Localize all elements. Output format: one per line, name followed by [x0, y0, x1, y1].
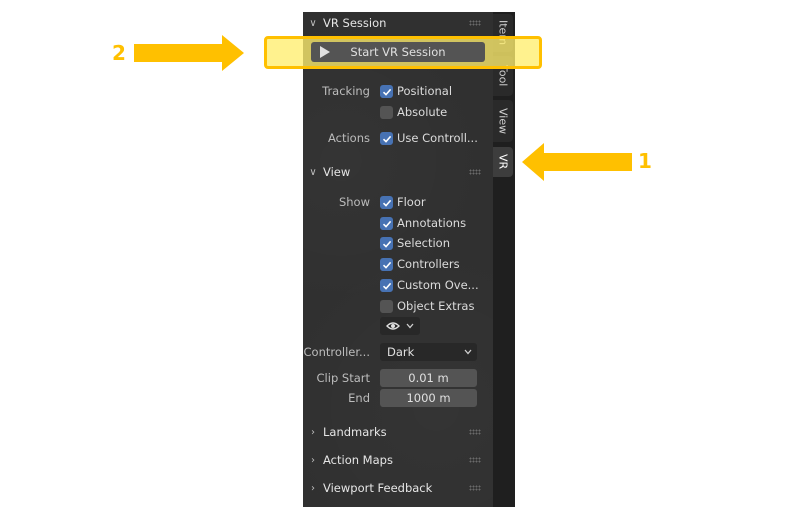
view-header[interactable]: ∨ View: [303, 161, 493, 183]
action-maps-title: Action Maps: [323, 453, 393, 467]
clip-start-label: Clip Start: [316, 371, 370, 385]
controller-style-label: Controller...: [303, 345, 370, 359]
clip-start-value: 0.01 m: [408, 371, 449, 385]
check-icon: [382, 88, 391, 96]
drag-handle-icon[interactable]: [469, 169, 481, 175]
show-custom-overlays-row: Custom Ove...: [303, 275, 493, 295]
landmarks-header[interactable]: › Landmarks: [303, 421, 493, 443]
play-icon: [320, 46, 330, 58]
controller-style-row: Controller... Dark: [303, 342, 493, 362]
actions-row: Actions Use Controll...: [303, 128, 493, 148]
tracking-label: Tracking: [322, 84, 370, 98]
visibility-dropdown[interactable]: [380, 317, 420, 335]
viewport-feedback-title: Viewport Feedback: [323, 481, 433, 495]
controller-style-select[interactable]: Dark: [380, 343, 477, 361]
clip-end-row: End 1000 m: [303, 388, 493, 408]
controllers-label: Controllers: [397, 257, 460, 271]
landmarks-title: Landmarks: [323, 425, 387, 439]
floor-label: Floor: [397, 195, 426, 209]
object-extras-checkbox[interactable]: [380, 300, 393, 313]
use-controllers-label: Use Controll...: [397, 131, 478, 145]
annotation-number-1: 1: [638, 149, 652, 173]
annotations-label: Annotations: [397, 216, 467, 230]
check-icon: [382, 261, 391, 269]
arrow-left-icon: [522, 143, 632, 181]
object-extras-label: Object Extras: [397, 299, 475, 313]
arrow-right-icon: [134, 35, 244, 71]
chevron-right-icon: ›: [311, 426, 315, 438]
tab-vr[interactable]: VR: [493, 147, 513, 177]
drag-handle-icon[interactable]: [469, 485, 481, 491]
show-object-extras-row: Object Extras: [303, 296, 493, 316]
view-title: View: [323, 165, 351, 179]
clip-end-field[interactable]: 1000 m: [380, 389, 477, 407]
show-selection-row: Selection: [303, 233, 493, 253]
show-floor-row: Show Floor: [303, 192, 493, 212]
annotations-checkbox[interactable]: [380, 217, 393, 230]
absolute-label: Absolute: [397, 105, 448, 119]
start-vr-session-label: Start VR Session: [350, 45, 446, 59]
floor-checkbox[interactable]: [380, 196, 393, 209]
actions-label: Actions: [327, 131, 370, 145]
chevron-down-icon: [464, 349, 472, 355]
clip-start-row: Clip Start 0.01 m: [303, 368, 493, 388]
controllers-checkbox[interactable]: [380, 258, 393, 271]
chevron-down-icon: [406, 323, 414, 329]
absolute-row: Absolute: [303, 102, 493, 122]
start-vr-session-button[interactable]: Start VR Session: [311, 42, 485, 62]
chevron-right-icon: ›: [311, 454, 315, 466]
clip-end-label: End: [348, 391, 370, 405]
annotation-number-2: 2: [112, 41, 126, 65]
selection-checkbox[interactable]: [380, 237, 393, 250]
tab-view[interactable]: View: [493, 100, 513, 142]
eye-icon: [386, 322, 400, 330]
drag-handle-icon[interactable]: [469, 457, 481, 463]
tab-view-label: View: [496, 107, 510, 135]
sidebar-tab-strip: Item Tool View VR: [493, 12, 515, 507]
positional-checkbox[interactable]: [380, 85, 393, 98]
chevron-right-icon: ›: [311, 482, 315, 494]
positional-label: Positional: [397, 84, 453, 98]
clip-end-value: 1000 m: [406, 391, 451, 405]
clip-start-field[interactable]: 0.01 m: [380, 369, 477, 387]
viewport-feedback-header[interactable]: › Viewport Feedback: [303, 477, 493, 499]
show-controllers-row: Controllers: [303, 254, 493, 274]
custom-overlays-checkbox[interactable]: [380, 279, 393, 292]
controller-style-value: Dark: [387, 345, 415, 359]
check-icon: [382, 282, 391, 290]
check-icon: [382, 220, 391, 228]
start-button-container: Start VR Session: [303, 12, 493, 72]
tracking-row: Tracking Positional: [303, 81, 493, 101]
tab-vr-label: VR: [496, 154, 510, 170]
chevron-down-icon: ∨: [309, 166, 317, 178]
check-icon: [382, 199, 391, 207]
action-maps-header[interactable]: › Action Maps: [303, 449, 493, 471]
absolute-checkbox[interactable]: [380, 106, 393, 119]
show-label: Show: [338, 195, 370, 209]
selection-label: Selection: [397, 236, 450, 250]
drag-handle-icon[interactable]: [469, 429, 481, 435]
show-annotations-row: Annotations: [303, 213, 493, 233]
check-icon: [382, 240, 391, 248]
custom-overlays-label: Custom Ove...: [397, 278, 479, 292]
check-icon: [382, 135, 391, 143]
use-controllers-checkbox[interactable]: [380, 132, 393, 145]
sidebar-panel: ∨ VR Session Tracking Positional Absolut…: [303, 12, 493, 507]
